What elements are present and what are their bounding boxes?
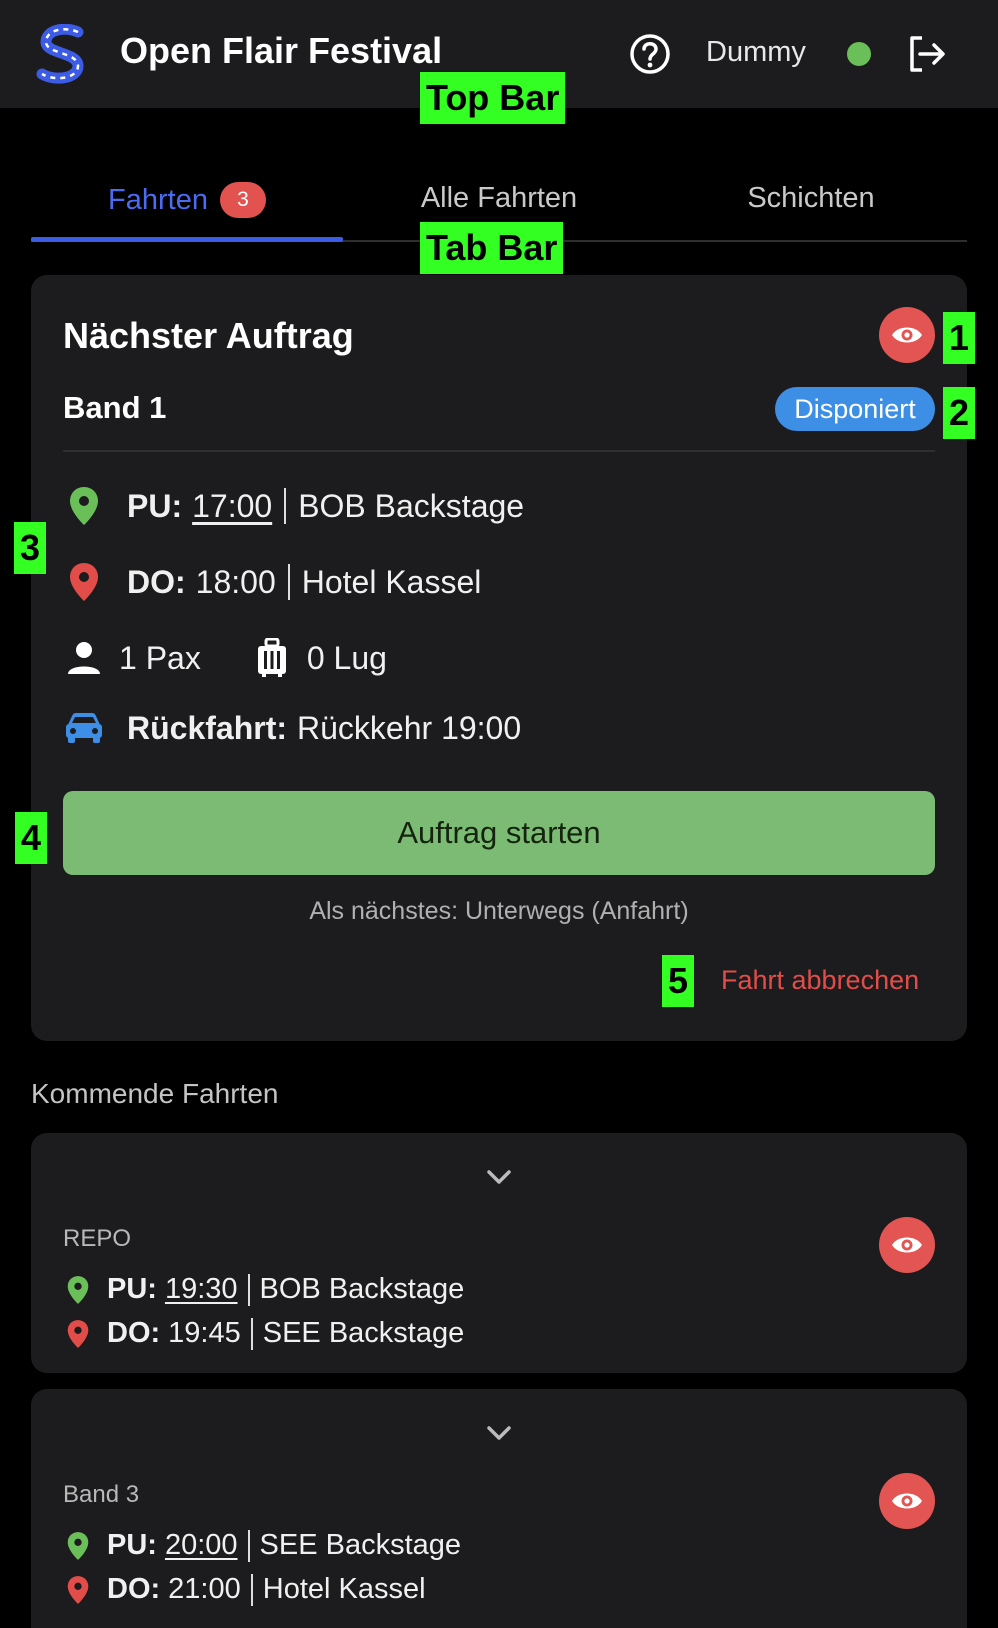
active-tab-indicator [31, 237, 343, 242]
pickup-pin-icon [70, 487, 98, 525]
pickup-time[interactable]: 19:30 [165, 1273, 238, 1306]
user-name[interactable]: Dummy [706, 36, 806, 69]
upcoming-trip-label: REPO [63, 1225, 132, 1252]
next-job-title: Nächster Auftrag [63, 315, 354, 356]
app-logo-icon [36, 24, 84, 84]
chevron-down-icon[interactable] [479, 1413, 519, 1453]
annotation-4: 4 [15, 812, 48, 864]
dropoff-place: Hotel Kassel [262, 1573, 426, 1605]
person-icon [68, 642, 100, 674]
dropoff-row: DO: 21:00 Hotel Kassel [63, 1573, 426, 1606]
dropoff-label: DO: [127, 563, 186, 600]
upcoming-trip-card[interactable]: Band 3 PU: 20:00 SEE Backstage DO: 21:00… [31, 1389, 967, 1628]
view-details-button[interactable] [879, 1473, 935, 1529]
pickup-time[interactable]: 17:00 [192, 488, 272, 525]
pickup-pin-icon [67, 1531, 89, 1560]
dropoff-time: 18:00 [195, 563, 276, 600]
pickup-row: PU: 19:30 BOB Backstage [63, 1273, 464, 1306]
annotation-5: 5 [662, 955, 695, 1007]
annotation-top-bar: Top Bar [420, 72, 566, 124]
dropoff-row: DO: 18:00 Hotel Kassel [63, 561, 481, 603]
dropoff-pin-icon [67, 1319, 89, 1348]
dropoff-row: DO: 19:45 SEE Backstage [63, 1317, 464, 1350]
start-job-button[interactable]: Auftrag starten [63, 791, 935, 875]
tab-fahrten-label: Fahrten [108, 184, 208, 216]
pickup-place: BOB Backstage [298, 487, 525, 524]
upcoming-trip-card[interactable]: REPO PU: 19:30 BOB Backstage DO: 19:45 S… [31, 1133, 967, 1373]
pickup-time[interactable]: 20:00 [165, 1529, 238, 1562]
eye-icon [892, 1493, 922, 1509]
next-job-band: Band 1 [63, 390, 167, 425]
dropoff-place: Hotel Kassel [301, 563, 482, 600]
pax-count: 1 Pax [119, 639, 201, 676]
tab-alle-fahrten[interactable]: Alle Fahrten [343, 182, 655, 215]
online-status-dot [847, 42, 871, 66]
status-badge: Disponiert [775, 387, 935, 431]
pickup-pin-icon [67, 1275, 89, 1304]
return-row: Rückfahrt: Rückkehr 19:00 [63, 707, 521, 749]
pickup-place: BOB Backstage [259, 1273, 465, 1305]
tab-fahrten-badge: 3 [219, 182, 266, 218]
annotation-tab-bar: Tab Bar [420, 222, 564, 274]
dropoff-label: DO: [107, 1317, 161, 1349]
next-job-card: Nächster Auftrag Band 1 Disponiert PU: 1… [31, 275, 967, 1041]
pickup-place: SEE Backstage [259, 1529, 462, 1561]
upcoming-trip-label: Band 3 [63, 1481, 140, 1508]
annotation-1: 1 [943, 312, 976, 364]
annotation-2: 2 [943, 387, 976, 439]
upcoming-section-title: Kommende Fahrten [31, 1078, 279, 1109]
view-details-button[interactable] [879, 307, 935, 363]
pickup-label: PU: [107, 1529, 157, 1561]
tab-fahrten[interactable]: Fahrten 3 [31, 182, 343, 218]
divider [63, 450, 935, 452]
pickup-row: PU: 20:00 SEE Backstage [63, 1529, 461, 1562]
pickup-label: PU: [107, 1273, 157, 1305]
dropoff-label: DO: [107, 1573, 161, 1605]
pickup-row: PU: 17:00 BOB Backstage [63, 485, 524, 527]
dropoff-pin-icon [67, 1575, 89, 1604]
dropoff-pin-icon [70, 563, 98, 601]
next-step-hint: Als nächstes: Unterwegs (Anfahrt) [309, 897, 689, 925]
return-label: Rückfahrt: [127, 709, 288, 746]
luggage-count: 0 Lug [306, 639, 387, 676]
return-value: Rückkehr 19:00 [297, 709, 522, 746]
app-title: Open Flair Festival [120, 30, 443, 71]
pickup-label: PU: [127, 487, 183, 524]
car-icon [66, 713, 102, 743]
cancel-trip-link[interactable]: Fahrt abbrechen [721, 965, 919, 996]
chevron-down-icon[interactable] [479, 1157, 519, 1197]
annotation-3: 3 [14, 522, 47, 574]
tab-schichten[interactable]: Schichten [655, 182, 967, 215]
dropoff-time: 19:45 [168, 1317, 241, 1349]
eye-icon [892, 327, 922, 343]
eye-icon [892, 1237, 922, 1253]
pax-luggage-row: 1 Pax 0 Lug [63, 637, 387, 679]
dropoff-place: SEE Backstage [262, 1317, 465, 1349]
help-icon[interactable] [628, 32, 672, 76]
view-details-button[interactable] [879, 1217, 935, 1273]
dropoff-time: 21:00 [168, 1573, 241, 1605]
logout-icon[interactable] [904, 32, 948, 76]
luggage-icon [257, 638, 286, 677]
